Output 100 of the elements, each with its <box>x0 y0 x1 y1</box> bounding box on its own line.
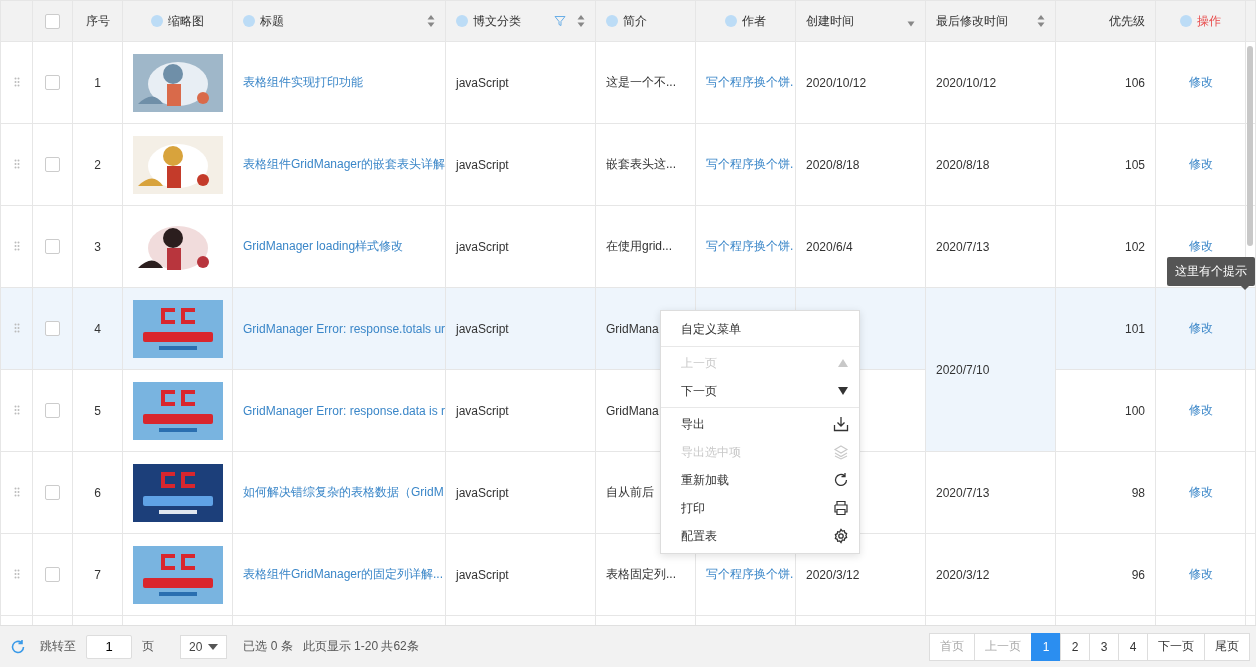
menu-item[interactable]: 下一页 <box>661 377 859 405</box>
edit-link[interactable]: 修改 <box>1188 403 1213 417</box>
row-number-cell: 4 <box>72 287 123 370</box>
created-date: 2020/8/18 <box>806 157 860 172</box>
help-icon[interactable] <box>243 15 255 27</box>
row-number-cell: 3 <box>72 205 123 288</box>
drag-handle-icon[interactable] <box>13 240 20 251</box>
help-icon[interactable] <box>1180 15 1192 27</box>
title-link[interactable]: GridManager loading样式修改 <box>243 239 404 253</box>
filter-icon[interactable] <box>554 15 566 27</box>
row-checkbox[interactable] <box>45 239 60 255</box>
drag-handle-icon[interactable] <box>13 404 20 415</box>
title-link[interactable]: 如何解决错综复杂的表格数据（GridM <box>243 485 444 499</box>
sort-icon[interactable] <box>427 14 435 28</box>
goto-label: 跳转至 <box>40 638 76 655</box>
help-icon[interactable] <box>456 15 468 27</box>
edit-link[interactable]: 修改 <box>1188 157 1213 171</box>
drag-handle-icon[interactable] <box>13 76 20 87</box>
modified-date: 2020/7/13 <box>936 239 990 254</box>
column-header: 优先级 <box>1109 12 1145 30</box>
drag-handle-icon[interactable] <box>13 158 20 169</box>
intro-text: 嵌套表头这... <box>606 157 676 171</box>
category-text: javaScript <box>456 485 509 500</box>
menu-item[interactable]: 打印 <box>661 494 859 522</box>
column-header: 最后修改时间 <box>936 12 1008 30</box>
row-checkbox[interactable] <box>45 321 60 337</box>
select-all-checkbox[interactable] <box>45 13 60 29</box>
modified-date: 2020/8/18 <box>936 157 990 172</box>
category-text: javaScript <box>456 567 509 582</box>
created-date: 2020/3/12 <box>806 567 860 582</box>
modified-date: 2020/10/12 <box>936 75 997 90</box>
printer-icon <box>833 500 849 516</box>
row-number-cell: 6 <box>72 451 123 534</box>
page-range-info: 此页显示 1-20 共62条 <box>302 638 419 655</box>
triangle-down-icon <box>837 386 849 396</box>
title-link[interactable]: GridManager Error: response.totals ur <box>243 321 445 336</box>
menu-item[interactable]: 配置表 <box>661 522 859 550</box>
pagination-button[interactable]: 尾页 <box>1204 632 1250 661</box>
edit-link[interactable]: 修改 <box>1188 485 1213 499</box>
settings-icon <box>833 528 849 544</box>
pagination-button[interactable]: 下一页 <box>1147 632 1205 661</box>
column-header: 创建时间 <box>806 12 854 30</box>
help-icon[interactable] <box>725 15 737 27</box>
drag-handle-icon[interactable] <box>13 322 20 333</box>
modified-date: 2020/3/12 <box>936 567 990 582</box>
page-unit: 页 <box>142 638 154 655</box>
column-header: 缩略图 <box>168 12 204 30</box>
row-checkbox[interactable] <box>45 485 60 501</box>
pagination-button[interactable]: 3 <box>1089 632 1119 661</box>
help-icon[interactable] <box>151 15 163 27</box>
sort-down-icon[interactable] <box>907 21 915 27</box>
page-size-select[interactable]: 20 <box>180 634 228 659</box>
intro-text: 这是一个不... <box>606 75 676 89</box>
pagination-button[interactable]: 4 <box>1118 632 1148 661</box>
row-checkbox[interactable] <box>45 403 60 419</box>
intro-text: 自从前后 <box>606 485 654 499</box>
category-text: javaScript <box>456 403 509 418</box>
intro-text: GridMana <box>606 403 659 418</box>
edit-link[interactable]: 修改 <box>1188 321 1213 335</box>
drag-handle-icon[interactable] <box>13 568 20 579</box>
row-checkbox[interactable] <box>45 157 60 173</box>
author-link[interactable]: 写个程序换个饼. <box>706 239 794 253</box>
priority-value: 102 <box>1124 239 1145 254</box>
edit-link[interactable]: 修改 <box>1188 567 1213 581</box>
edit-link[interactable]: 修改 <box>1188 239 1213 253</box>
pagination-button[interactable]: 1 <box>1031 632 1061 661</box>
title-link[interactable]: 表格组件GridManager的嵌套表头详解 <box>243 157 445 171</box>
selected-count: 已选 0 条 <box>243 638 293 655</box>
menu-title: 自定义菜单 <box>680 320 742 338</box>
intro-text: 在使用grid... <box>606 239 672 253</box>
caret-icon <box>208 643 219 650</box>
priority-value: 100 <box>1124 403 1145 418</box>
row-number-cell: 2 <box>72 123 123 206</box>
author-link[interactable]: 写个程序换个饼. <box>706 75 794 89</box>
pagination-button[interactable]: 2 <box>1060 632 1090 661</box>
refresh-icon[interactable] <box>10 638 26 655</box>
menu-item[interactable]: 导出 <box>661 410 859 438</box>
edit-link[interactable]: 修改 <box>1188 75 1213 89</box>
row-number-cell: 7 <box>72 533 123 616</box>
author-link[interactable]: 写个程序换个饼. <box>706 567 794 581</box>
sort-icon[interactable] <box>1037 14 1045 28</box>
layers-icon <box>833 444 849 460</box>
drag-handle-icon[interactable] <box>13 486 20 497</box>
row-checkbox[interactable] <box>45 567 60 583</box>
help-icon[interactable] <box>606 15 618 27</box>
intro-text: 表格固定列... <box>606 567 676 581</box>
row-checkbox[interactable] <box>45 75 60 91</box>
intro-text: GridMana <box>606 321 659 336</box>
author-link[interactable]: 写个程序换个饼. <box>706 157 794 171</box>
page-input[interactable]: 1 <box>86 634 132 659</box>
row-number-cell: 1 <box>72 41 123 124</box>
scrollbar[interactable] <box>1247 46 1253 246</box>
sort-icon[interactable] <box>577 14 585 28</box>
download-icon <box>833 416 849 432</box>
menu-item[interactable]: 重新加载 <box>661 466 859 494</box>
category-text: javaScript <box>456 239 509 254</box>
title-link[interactable]: 表格组件GridManager的固定列详解... <box>243 567 444 581</box>
title-link[interactable]: 表格组件实现打印功能 <box>243 75 363 89</box>
title-link[interactable]: GridManager Error: response.data is r <box>243 403 445 418</box>
category-text: javaScript <box>456 75 509 90</box>
